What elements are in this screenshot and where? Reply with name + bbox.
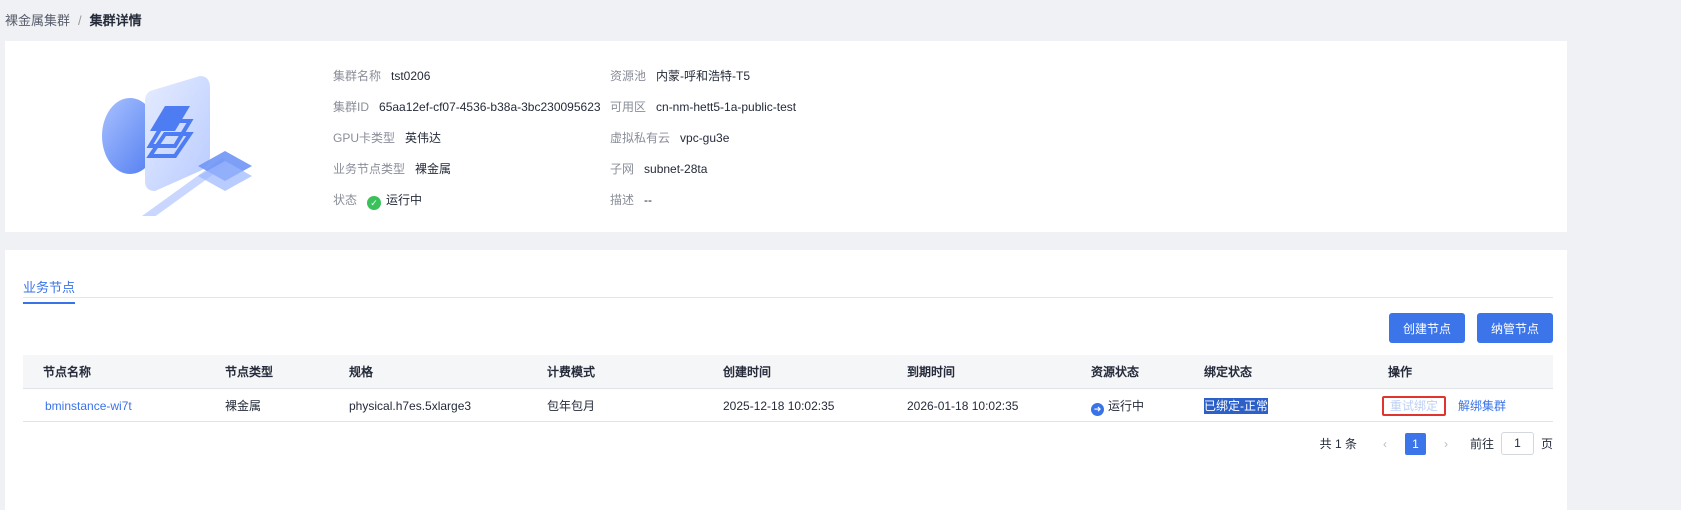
value: 英伟达 <box>405 131 442 145</box>
unbind-cluster-link[interactable]: 解绑集群 <box>1458 399 1506 413</box>
create-node-button[interactable]: 创建节点 <box>1389 313 1465 343</box>
value: subnet-28ta <box>644 162 708 176</box>
label: 描述 <box>610 193 635 207</box>
col-spec: 规格 <box>349 365 374 379</box>
tab-business-nodes[interactable]: 业务节点 <box>23 277 76 304</box>
col-bind-status: 绑定状态 <box>1204 365 1253 379</box>
label: 业务节点类型 <box>333 162 406 176</box>
info-status: 状态 ✓ 运行中 <box>333 191 422 210</box>
bind-status-text: 已绑定-正常 <box>1204 398 1268 414</box>
breadcrumb-separator: / <box>78 13 82 28</box>
page-suffix: 页 <box>1540 437 1553 451</box>
label: 集群ID <box>333 100 370 114</box>
node-resource-status: ➜ 运行中 <box>1091 389 1144 423</box>
manage-node-button[interactable]: 纳管节点 <box>1477 313 1553 343</box>
label: 子网 <box>610 162 635 176</box>
node-billing: 包年包月 <box>547 399 596 413</box>
goto-label: 前往 <box>1469 437 1494 451</box>
table-row: bminstance-wi7t 裸金属 physical.h7es.5xlarg… <box>23 389 1553 422</box>
info-subnet: 子网 subnet-28ta <box>610 160 707 177</box>
node-type: 裸金属 <box>225 399 262 413</box>
nodes-card: 业务节点 创建节点 纳管节点 节点名称 节点类型 规格 计费模式 创建时间 到期… <box>5 250 1567 510</box>
label: 状态 <box>333 193 358 207</box>
arrow-right-circle-icon: ➜ <box>1091 403 1104 416</box>
col-created: 创建时间 <box>723 365 772 379</box>
value: vpc-gu3e <box>680 131 730 145</box>
label: 可用区 <box>610 100 647 114</box>
info-description: 描述 -- <box>610 191 652 208</box>
prev-page-icon[interactable]: ‹ <box>1375 433 1395 455</box>
resource-status-text: 运行中 <box>1108 399 1145 413</box>
col-node-type: 节点类型 <box>225 365 274 379</box>
breadcrumb-current: 集群详情 <box>89 13 142 28</box>
value: tst0206 <box>391 69 431 83</box>
breadcrumb-parent-link[interactable]: 裸金属集群 <box>5 13 70 28</box>
label: 虚拟私有云 <box>610 131 671 145</box>
value: 裸金属 <box>415 162 452 176</box>
info-vpc: 虚拟私有云 vpc-gu3e <box>610 129 729 146</box>
next-page-icon[interactable]: › <box>1436 433 1456 455</box>
node-created: 2025-12-18 10:02:35 <box>723 399 835 413</box>
info-availability-zone: 可用区 cn-nm-hett5-1a-public-test <box>610 98 796 115</box>
total-count: 共 1 条 <box>1319 437 1357 451</box>
value: -- <box>644 193 653 207</box>
info-resource-pool: 资源池 内蒙-呼和浩特-T5 <box>610 67 750 84</box>
node-expires: 2026-01-18 10:02:35 <box>907 399 1019 413</box>
check-circle-icon: ✓ <box>367 196 382 210</box>
col-billing: 计费模式 <box>547 365 596 379</box>
page-1-button[interactable]: 1 <box>1404 432 1426 455</box>
value: 65aa12ef-cf07-4536-b38a-3bc230095623 <box>379 100 601 114</box>
tab-divider <box>23 297 1553 298</box>
table-header: 节点名称 节点类型 规格 计费模式 创建时间 到期时间 资源状态 绑定状态 操作 <box>23 355 1553 389</box>
node-bind-status: 已绑定-正常 <box>1204 389 1268 423</box>
info-node-type: 业务节点类型 裸金属 <box>333 160 451 177</box>
node-name-link[interactable]: bminstance-wi7t <box>45 389 132 423</box>
info-cluster-name: 集群名称 tst0206 <box>333 67 430 84</box>
col-node-name: 节点名称 <box>43 365 92 379</box>
info-gpu-type: GPU卡类型 英伟达 <box>333 129 441 146</box>
col-resource-status: 资源状态 <box>1091 365 1140 379</box>
cluster-illustration-icon <box>102 76 252 216</box>
value: 运行中 <box>386 193 423 207</box>
label: GPU卡类型 <box>333 131 396 145</box>
info-cluster-id: 集群ID 65aa12ef-cf07-4536-b38a-3bc230095623 <box>333 98 601 115</box>
pagination: 共 1 条 ‹ 1 › 前往 1 页 <box>1320 432 1553 455</box>
col-actions: 操作 <box>1388 365 1413 379</box>
node-spec: physical.h7es.5xlarge3 <box>349 399 472 413</box>
goto-page-input[interactable]: 1 <box>1500 432 1534 455</box>
label: 资源池 <box>610 69 647 83</box>
value: 内蒙-呼和浩特-T5 <box>656 69 751 83</box>
label: 集群名称 <box>333 69 382 83</box>
node-actions: 重试绑定 解绑集群 <box>1382 389 1506 423</box>
cluster-info-card: 集群名称 tst0206 集群ID 65aa12ef-cf07-4536-b38a-… <box>5 41 1567 232</box>
breadcrumb: 裸金属集群 / 集群详情 <box>5 10 142 29</box>
retry-bind-button[interactable]: 重试绑定 <box>1382 396 1447 416</box>
col-expires: 到期时间 <box>907 365 956 379</box>
value: cn-nm-hett5-1a-public-test <box>656 100 797 114</box>
